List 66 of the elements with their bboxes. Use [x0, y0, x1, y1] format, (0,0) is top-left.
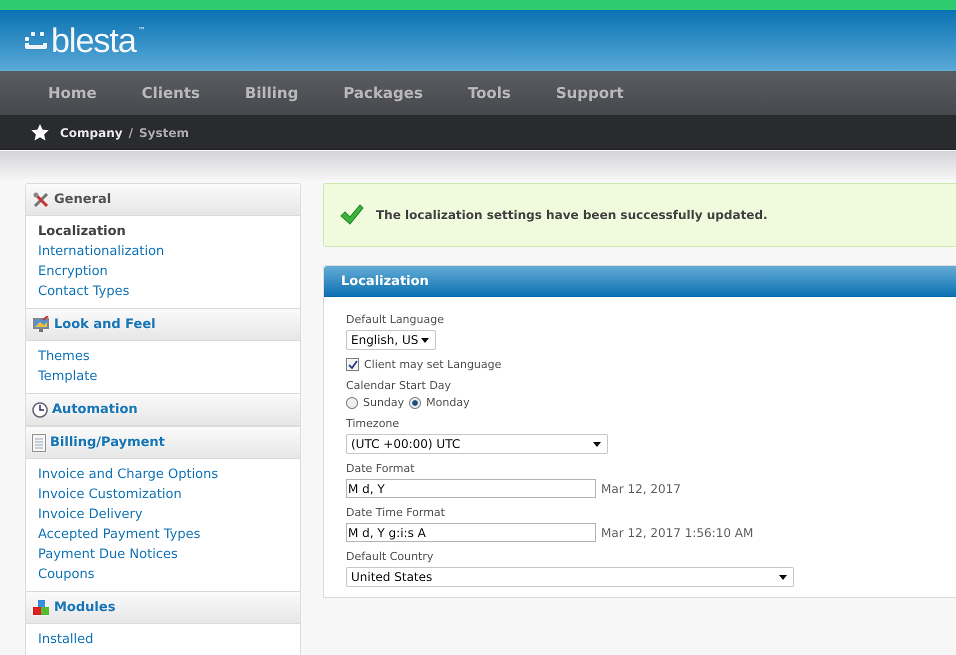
radio-label[interactable]: Sunday — [363, 396, 404, 409]
section-title[interactable]: Automation — [52, 402, 138, 417]
sidebar-link[interactable]: Encryption — [38, 262, 288, 282]
blocks-icon — [32, 598, 50, 616]
sidebar-link[interactable]: Contact Types — [38, 282, 288, 302]
radio-button[interactable] — [346, 396, 358, 408]
sidebar-link[interactable]: Accepted Payment Types — [38, 525, 288, 545]
sidebar-section-header[interactable]: Automation — [26, 393, 300, 426]
logo-icon — [25, 32, 49, 50]
field-label: Date Time Format — [346, 506, 446, 519]
nav-tab[interactable]: Home — [48, 84, 97, 102]
sidebar-link[interactable]: Invoice and Charge Options — [38, 465, 288, 485]
trademark-mark: ™ — [138, 26, 146, 34]
breadcrumb-current: System — [139, 126, 189, 140]
dropdown[interactable]: (UTC +00:00) UTC — [346, 434, 608, 454]
caret-icon — [421, 338, 429, 342]
tools-icon — [32, 190, 50, 208]
field-label: Calendar Start Day — [346, 379, 452, 392]
format-preview: Mar 12, 2017 — [601, 482, 681, 496]
field-label: Date Format — [346, 462, 416, 475]
sidebar-link[interactable]: Invoice Customization — [38, 485, 288, 505]
section-title[interactable]: Modules — [54, 600, 116, 615]
sidebar-link[interactable]: Invoice Delivery — [38, 505, 288, 525]
sidebar-section-header[interactable]: General — [26, 184, 300, 216]
breadcrumb-link[interactable]: Company — [60, 126, 123, 140]
caret-icon — [593, 442, 601, 446]
format-preview: Mar 12, 2017 1:56:10 AM — [601, 526, 754, 540]
document-icon — [32, 434, 46, 452]
radio-button[interactable] — [409, 396, 422, 408]
checkmark-icon — [340, 204, 364, 226]
section-title[interactable]: Look and Feel — [54, 317, 156, 332]
sidebar-link[interactable]: Template — [38, 367, 288, 387]
panel-title: Localization — [341, 274, 429, 289]
dropdown[interactable]: United States — [346, 567, 794, 587]
nav-tab[interactable]: Tools — [468, 84, 511, 102]
logo-text[interactable]: blesta — [51, 24, 136, 58]
sidebar-section-header[interactable]: Billing/Payment — [26, 426, 300, 459]
field-label: Default Country — [346, 550, 434, 563]
input-field[interactable]: M d, Y — [346, 479, 596, 498]
nav-tab[interactable]: Support — [556, 84, 624, 102]
field-label: Timezone — [346, 417, 400, 430]
monitor-icon — [32, 316, 50, 334]
checkbox[interactable] — [346, 358, 359, 371]
sidebar-link[interactable]: Coupons — [38, 565, 288, 585]
breadcrumb-separator: / — [128, 126, 133, 140]
sidebar-link[interactable]: Themes — [38, 347, 288, 367]
nav-tab[interactable]: Packages — [343, 84, 423, 102]
clock-icon — [32, 402, 48, 418]
sidebar-section-header[interactable]: Look and Feel — [26, 308, 300, 341]
sidebar-section-header[interactable]: Modules — [26, 591, 300, 624]
sidebar-link[interactable]: Installed — [38, 630, 288, 650]
section-title[interactable]: General — [54, 192, 112, 207]
sidebar-link[interactable]: Internationalization — [38, 242, 288, 262]
nav-tab[interactable]: Billing — [244, 84, 298, 102]
field-label: Default Language — [346, 313, 445, 326]
star-icon[interactable] — [31, 124, 49, 141]
sidebar-link[interactable]: Payment Due Notices — [38, 545, 288, 565]
nav-tab[interactable]: Clients — [142, 84, 200, 102]
sidebar-link[interactable]: Localization — [38, 222, 288, 242]
radio-label[interactable]: Monday — [426, 396, 470, 409]
input-field[interactable]: M d, Y g:i:s A — [346, 523, 596, 542]
checkbox-label[interactable]: Client may set Language — [364, 358, 502, 371]
section-title[interactable]: Billing/Payment — [50, 435, 165, 450]
caret-icon — [779, 574, 787, 580]
message-text: The localization settings have been successfully updated. — [376, 208, 768, 222]
dropdown[interactable]: English, US — [346, 330, 436, 350]
